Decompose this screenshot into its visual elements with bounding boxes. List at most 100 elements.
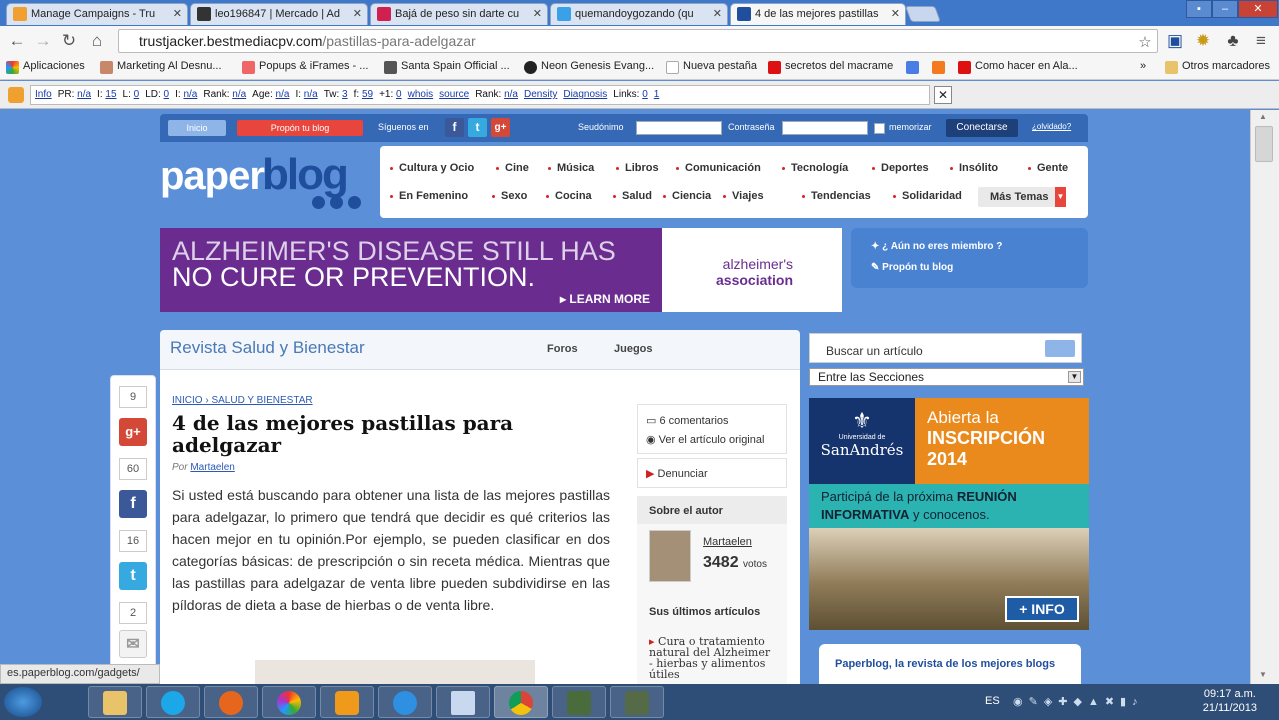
home-icon[interactable]: ⌂ — [86, 30, 108, 52]
google-plus-icon[interactable]: g+ — [491, 118, 510, 137]
info-button[interactable]: + INFO — [1005, 596, 1079, 622]
tab-baja-peso[interactable]: Bajá de peso sin darte cu ✕ — [370, 3, 548, 25]
author-avatar[interactable] — [649, 530, 691, 582]
bookmark-item[interactable]: Popups & iFrames - ... — [242, 60, 368, 74]
seo-metric[interactable]: Age: n/a — [252, 89, 289, 100]
seo-metric[interactable]: Info — [35, 89, 52, 100]
seo-metric[interactable]: I: n/a — [175, 89, 197, 100]
bookmark-item[interactable]: Neon Genesis Evang... — [524, 60, 654, 74]
seo-metric[interactable]: Density — [524, 89, 557, 100]
window-taskbar-button[interactable] — [436, 686, 490, 718]
denunciar-link[interactable]: ▶ Denunciar — [646, 467, 708, 480]
category-link[interactable]: Insólito — [950, 162, 998, 174]
seo-metric[interactable]: Tw: 3 — [324, 89, 348, 100]
inicio-button[interactable]: Inicio — [168, 120, 226, 136]
paperblog-logo[interactable]: paper blog — [160, 150, 370, 220]
seo-metric[interactable]: PR: n/a — [58, 89, 91, 100]
mail-share-icon[interactable]: ✉ — [119, 630, 147, 658]
minimize-button[interactable]: – — [1212, 0, 1238, 18]
new-tab-button[interactable] — [905, 6, 941, 22]
windows-start-icon[interactable] — [4, 687, 42, 717]
category-link[interactable]: Cocina — [546, 190, 592, 202]
search-input[interactable]: Buscar un artículo — [809, 333, 1082, 363]
seo-metric[interactable]: +1: 0 — [379, 89, 402, 100]
bookmark-item[interactable]: Marketing Al Desnu... — [100, 60, 222, 74]
category-link[interactable]: Sexo — [492, 190, 527, 202]
sections-select[interactable]: Entre las Secciones ▼ — [809, 368, 1084, 386]
picasa-taskbar-button[interactable] — [262, 686, 316, 718]
juegos-link[interactable]: Juegos — [614, 343, 653, 355]
category-link[interactable]: Solidaridad — [893, 190, 962, 202]
extension-icon[interactable]: ▣ — [1164, 30, 1186, 52]
category-link[interactable]: Cine — [496, 162, 529, 174]
foros-link[interactable]: Foros — [547, 343, 578, 355]
close-icon[interactable]: ✕ — [533, 4, 542, 24]
seo-metric[interactable]: LD: 0 — [145, 89, 169, 100]
gear-icon[interactable]: ✹ — [1192, 30, 1214, 52]
username-input[interactable] — [636, 121, 722, 135]
close-icon[interactable]: ✕ — [173, 4, 182, 24]
twitter-icon[interactable]: t — [468, 118, 487, 137]
address-bar[interactable]: trustjacker.bestmediacpv.com/pastillas-p… — [118, 29, 1158, 53]
forgot-link[interactable]: ¿olvidado? — [1032, 122, 1071, 131]
join-link[interactable]: ✦ ¿ Aún no eres miembro ? — [871, 241, 1002, 252]
back-icon[interactable]: ← — [6, 30, 28, 52]
alzheimer-ad[interactable]: ALZHEIMER'S DISEASE STILL HAS NO CURE OR… — [160, 228, 842, 312]
bookmark-item[interactable]: Nueva pestaña — [666, 60, 757, 74]
close-icon[interactable]: ✕ — [713, 4, 722, 24]
category-link[interactable]: Libros — [616, 162, 659, 174]
conectarse-button[interactable]: Conectarse — [946, 119, 1018, 137]
twitter-share-icon[interactable]: t — [119, 562, 147, 590]
seo-metric[interactable]: I: 15 — [97, 89, 116, 100]
latest-article-link[interactable]: ▸ Cura o tratamiento natural del Alzheim… — [649, 636, 775, 680]
category-link[interactable]: Música — [548, 162, 594, 174]
propon-link[interactable]: ✎ Propón tu blog — [871, 262, 953, 273]
original-link[interactable]: ◉ Ver el artículo original — [646, 433, 764, 446]
category-link[interactable]: Cultura y Ocio — [390, 162, 474, 174]
seo-metric[interactable]: L: 0 — [123, 89, 140, 100]
category-link[interactable]: En Femenino — [390, 190, 468, 202]
remember-checkbox[interactable] — [874, 123, 885, 134]
tab-quemando[interactable]: quemandoygozando (qu ✕ — [550, 3, 728, 25]
facebook-icon[interactable]: f — [445, 118, 464, 137]
category-link[interactable]: Deportes — [872, 162, 929, 174]
bookmark-item[interactable]: Como hacer en Ala... — [958, 60, 1078, 74]
learn-more-link[interactable]: ▸ LEARN MORE — [560, 292, 650, 306]
google-plus-share-icon[interactable]: g+ — [119, 418, 147, 446]
user-icon[interactable]: ▪ — [1186, 0, 1212, 18]
category-link[interactable]: Viajes — [723, 190, 764, 202]
close-icon[interactable]: ✕ — [353, 4, 362, 24]
language-indicator[interactable]: ES — [985, 695, 1000, 707]
firefox-taskbar-button[interactable] — [204, 686, 258, 718]
recorder-taskbar-button[interactable] — [610, 686, 664, 718]
search-icon[interactable] — [1045, 340, 1075, 357]
explorer-taskbar-button[interactable] — [88, 686, 142, 718]
category-link[interactable]: Gente — [1028, 162, 1068, 174]
propon-blog-button[interactable]: Propón tu blog — [237, 120, 363, 136]
seo-metric[interactable]: I: n/a — [295, 89, 317, 100]
close-window-button[interactable]: ✕ — [1238, 0, 1278, 18]
camtasia-taskbar-button[interactable] — [552, 686, 606, 718]
page-scrollbar[interactable]: ▲ ▼ — [1250, 110, 1279, 684]
author-name-link[interactable]: Martaelen — [703, 536, 752, 548]
seo-metric[interactable]: Rank: n/a — [475, 89, 518, 100]
skype-taskbar-button[interactable] — [146, 686, 200, 718]
scroll-down-icon[interactable]: ▼ — [1259, 670, 1267, 679]
tab-mercado[interactable]: leo196847 | Mercado | Ad ✕ — [190, 3, 368, 25]
category-link[interactable]: Salud — [613, 190, 652, 202]
star-icon[interactable]: ☆ — [1134, 32, 1156, 54]
password-input[interactable] — [782, 121, 868, 135]
bookmark-apps[interactable]: Aplicaciones — [6, 60, 85, 74]
media-taskbar-button[interactable] — [320, 686, 374, 718]
bookmark-item[interactable]: Santa Spain Official ... — [384, 60, 510, 74]
san-andres-banner[interactable]: ⚜ Universidad de SanAndrés Abierta la IN… — [809, 398, 1089, 630]
other-bookmarks[interactable]: Otros marcadores — [1165, 60, 1270, 74]
category-link[interactable]: Ciencia — [663, 190, 711, 202]
tab-active-article[interactable]: 4 de las mejores pastillas ✕ — [730, 3, 906, 25]
ie-taskbar-button[interactable] — [378, 686, 432, 718]
seo-metric[interactable]: source — [439, 89, 469, 100]
category-link[interactable]: Tendencias — [802, 190, 871, 202]
seo-metric[interactable]: 1 — [654, 89, 660, 100]
clock[interactable]: 09:17 a.m. 21/11/2013 — [1203, 687, 1257, 715]
reload-icon[interactable]: ↻ — [58, 30, 80, 52]
